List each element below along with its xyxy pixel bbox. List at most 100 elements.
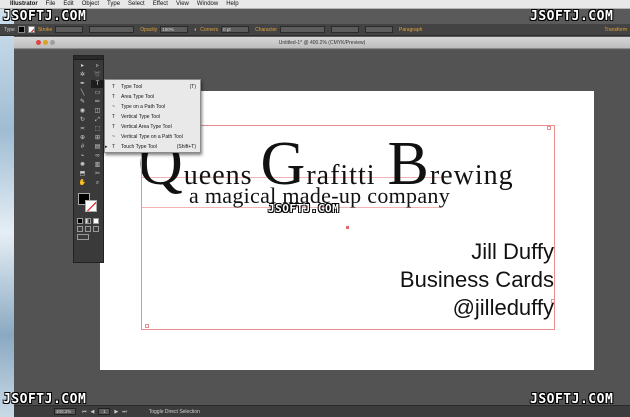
stroke-color-box[interactable] bbox=[85, 200, 97, 212]
draw-mode-buttons bbox=[74, 225, 103, 233]
corners-link[interactable]: Corners bbox=[200, 27, 218, 33]
checkmark-icon: ▸ bbox=[105, 144, 108, 150]
perspective-grid-tool-icon[interactable]: ⊞ bbox=[91, 134, 104, 142]
none-mode-icon[interactable] bbox=[93, 218, 99, 224]
mesh-tool-icon[interactable]: # bbox=[76, 143, 89, 151]
flyout-item-area-type-tool[interactable]: T Area Type Tool bbox=[105, 92, 200, 102]
transform-link[interactable]: Transform bbox=[604, 27, 627, 33]
hand-tool-icon[interactable]: ✋ bbox=[76, 179, 89, 187]
type-on-path-tool-icon: ~ bbox=[112, 104, 115, 110]
status-text[interactable]: Toggle Direct Selection bbox=[149, 409, 200, 415]
watermark: JSOFTJ.COM bbox=[268, 202, 340, 215]
eyedropper-tool-icon[interactable]: ⌁ bbox=[76, 152, 89, 160]
recolor-icon[interactable]: ◐ bbox=[194, 27, 197, 33]
previous-artboard-icon[interactable]: ◀ bbox=[91, 409, 95, 415]
selection-handle[interactable] bbox=[551, 299, 555, 303]
tool-name-label: Type bbox=[4, 26, 15, 33]
selection-handle[interactable] bbox=[145, 324, 149, 328]
next-artboard-icon[interactable]: ▶ bbox=[114, 409, 118, 415]
opacity-field[interactable]: 100% bbox=[160, 26, 189, 33]
selection-tool-icon[interactable]: ▸ bbox=[76, 62, 89, 70]
free-transform-tool-icon[interactable]: ⬚ bbox=[91, 125, 104, 133]
pen-tool-icon[interactable]: ✒ bbox=[76, 80, 89, 88]
draw-behind-icon[interactable] bbox=[85, 226, 91, 232]
rectangle-tool-icon[interactable]: ▭ bbox=[91, 89, 104, 97]
menu-select[interactable]: Select bbox=[128, 1, 145, 7]
menu-edit[interactable]: Edit bbox=[63, 1, 73, 7]
flyout-item-label: Area Type Tool bbox=[121, 94, 155, 100]
menu-illustrator[interactable]: Illustrator bbox=[10, 1, 38, 7]
document-title[interactable]: Untitled-1* @ 400.2% (CMYK/Preview) bbox=[14, 40, 630, 46]
draw-normal-icon[interactable] bbox=[77, 226, 83, 232]
character-link[interactable]: Character bbox=[255, 27, 277, 33]
vertical-type-on-path-tool-icon: ~ bbox=[112, 134, 115, 140]
tools-grid: ▸ ▹ ✲ ➰ ✒ T ╲ ▭ ✎ ✏ ◉ ◫ ↻ ⤢ ≍ ⬚ ⊕ ⊞ # ▤ … bbox=[74, 60, 104, 189]
eraser-tool-icon[interactable]: ◫ bbox=[91, 107, 104, 115]
lasso-tool-icon[interactable]: ➰ bbox=[91, 71, 104, 79]
opacity-link[interactable]: Opacity bbox=[140, 27, 157, 33]
first-artboard-icon[interactable]: ⏮ bbox=[82, 409, 87, 415]
vertical-area-type-tool-icon: T bbox=[111, 124, 116, 130]
last-artboard-icon[interactable]: ⏭ bbox=[122, 409, 127, 415]
flyout-item-vertical-type-tool[interactable]: T Vertical Type Tool bbox=[105, 112, 200, 122]
gradient-tool-icon[interactable]: ▤ bbox=[91, 143, 104, 151]
scale-tool-icon[interactable]: ⤢ bbox=[91, 116, 104, 124]
brush-definition-field[interactable] bbox=[89, 26, 135, 33]
menu-view[interactable]: View bbox=[176, 1, 189, 7]
blob-brush-tool-icon[interactable]: ◉ bbox=[76, 107, 89, 115]
area-type-tool-icon: T bbox=[111, 94, 116, 100]
menu-file[interactable]: File bbox=[46, 1, 56, 7]
watermark: JSOFTJ.COM bbox=[3, 9, 87, 24]
flyout-item-vertical-area-type-tool[interactable]: T Vertical Area Type Tool bbox=[105, 122, 200, 132]
draw-inside-icon[interactable] bbox=[93, 226, 99, 232]
menu-help[interactable]: Help bbox=[226, 1, 238, 7]
artboard-tool-icon[interactable]: ⬒ bbox=[76, 170, 89, 178]
menu-type[interactable]: Type bbox=[107, 1, 120, 7]
paragraph-link[interactable]: Paragraph bbox=[399, 27, 422, 33]
touch-type-tool-icon: T bbox=[111, 144, 116, 150]
color-mode-icon[interactable] bbox=[77, 218, 83, 224]
stroke-link[interactable]: Stroke bbox=[38, 27, 52, 33]
font-size-field[interactable] bbox=[365, 26, 394, 33]
type-tool-icon[interactable]: T bbox=[91, 80, 104, 88]
slice-tool-icon[interactable]: ✂ bbox=[91, 170, 104, 178]
menu-window[interactable]: Window bbox=[197, 1, 218, 7]
flyout-item-vertical-type-on-path-tool[interactable]: ~ Vertical Type on a Path Tool bbox=[105, 132, 200, 142]
pencil-tool-icon[interactable]: ✏ bbox=[91, 98, 104, 106]
watermark: JSOFTJ.COM bbox=[530, 9, 614, 24]
direct-selection-tool-icon[interactable]: ▹ bbox=[91, 62, 104, 70]
menu-bar: Illustrator File Edit Object Type Select… bbox=[0, 0, 630, 9]
stroke-weight-field[interactable] bbox=[55, 26, 84, 33]
selection-center-point bbox=[346, 226, 349, 229]
gradient-mode-icon[interactable] bbox=[85, 218, 91, 224]
paintbrush-tool-icon[interactable]: ✎ bbox=[76, 98, 89, 106]
symbol-sprayer-tool-icon[interactable]: ✺ bbox=[76, 161, 89, 169]
font-style-field[interactable] bbox=[331, 26, 360, 33]
zoom-level-field[interactable]: 400.2% bbox=[54, 408, 76, 415]
menu-object[interactable]: Object bbox=[82, 1, 99, 7]
flyout-item-type-on-path-tool[interactable]: ~ Type on a Path Tool bbox=[105, 102, 200, 112]
flyout-item-type-tool[interactable]: T Type Tool (T) bbox=[105, 82, 200, 92]
width-tool-icon[interactable]: ≍ bbox=[76, 125, 89, 133]
watermark: JSOFTJ.COM bbox=[530, 392, 614, 407]
stroke-swatch[interactable] bbox=[27, 26, 35, 33]
fill-swatch[interactable] bbox=[17, 26, 25, 33]
column-graph-tool-icon[interactable]: ▥ bbox=[91, 161, 104, 169]
flyout-item-touch-type-tool[interactable]: ▸ T Touch Type Tool (Shift+T) bbox=[105, 142, 200, 152]
line-tool-icon[interactable]: ╲ bbox=[76, 89, 89, 97]
flyout-item-label: Touch Type Tool bbox=[121, 144, 157, 150]
watermark: JSOFTJ.COM bbox=[3, 392, 87, 407]
corners-field[interactable]: 0 pt bbox=[221, 26, 250, 33]
blend-tool-icon[interactable]: ∞ bbox=[91, 152, 104, 160]
shape-builder-tool-icon[interactable]: ⊕ bbox=[76, 134, 89, 142]
font-family-field[interactable] bbox=[280, 26, 326, 33]
selection-handle[interactable] bbox=[547, 126, 551, 130]
flyout-item-shortcut: (Shift+T) bbox=[176, 144, 196, 150]
zoom-tool-icon[interactable]: ⌕ bbox=[91, 179, 104, 187]
menu-effect[interactable]: Effect bbox=[153, 1, 168, 7]
magic-wand-tool-icon[interactable]: ✲ bbox=[76, 71, 89, 79]
screen-mode-icon[interactable] bbox=[77, 234, 89, 240]
rotate-tool-icon[interactable]: ↻ bbox=[76, 116, 89, 124]
type-tool-icon: T bbox=[111, 84, 116, 90]
artboard-number-field[interactable]: 1 bbox=[98, 408, 111, 415]
